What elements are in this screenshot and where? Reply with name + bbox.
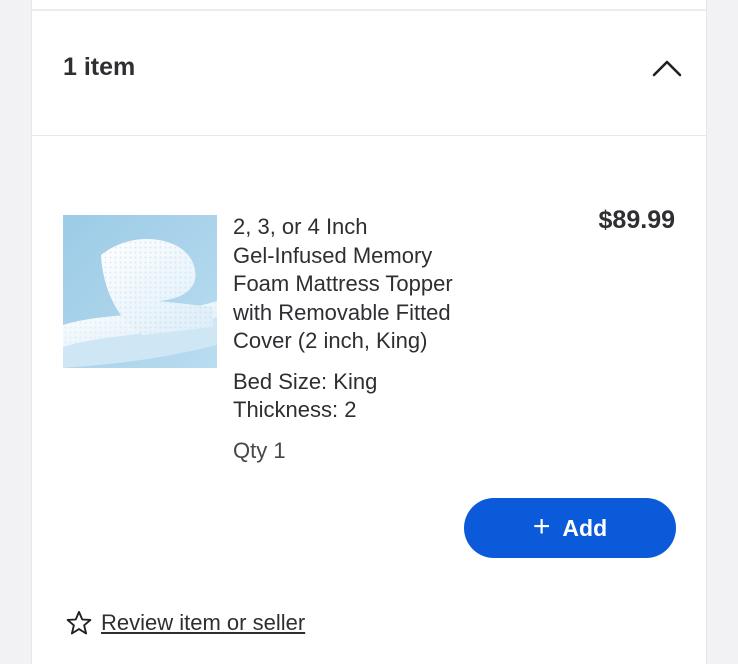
chevron-up-icon[interactable] xyxy=(652,55,682,79)
product-title-line: with Removable Fitted xyxy=(233,299,451,325)
bed-size-attribute: Bed Size: King xyxy=(233,369,378,394)
plus-icon: + xyxy=(532,509,551,543)
review-item-link[interactable]: Review item or seller xyxy=(65,609,305,637)
add-button[interactable]: + Add xyxy=(464,498,676,558)
mattress-topper-photo xyxy=(63,215,217,368)
product-price: $89.99 xyxy=(598,206,675,234)
star-outline-icon xyxy=(66,610,92,635)
product-title-line: Foam Mattress Topper xyxy=(233,271,453,296)
item-count-heading: 1 item xyxy=(63,53,136,81)
order-item-card: 1 item 2, 3, or 4 Inch Gel-Infused Memor… xyxy=(31,0,707,664)
quantity-label: Qty 1 xyxy=(233,438,286,463)
product-title-line: 2, 3, or 4 Inch xyxy=(233,214,368,239)
product-title-line: Cover (2 inch, King) xyxy=(233,328,428,353)
product-image[interactable] xyxy=(63,215,217,368)
product-title-line: Gel-Infused Memory xyxy=(233,242,433,268)
items-section-header[interactable]: 1 item xyxy=(32,11,706,136)
thickness-attribute: Thickness: 2 xyxy=(233,397,357,422)
divider xyxy=(32,0,706,11)
review-item-label: Review item or seller xyxy=(101,610,306,635)
product-title[interactable]: 2, 3, or 4 Inch Gel-Infused Memory Foam … xyxy=(233,213,533,356)
add-button-label: Add xyxy=(562,514,608,541)
